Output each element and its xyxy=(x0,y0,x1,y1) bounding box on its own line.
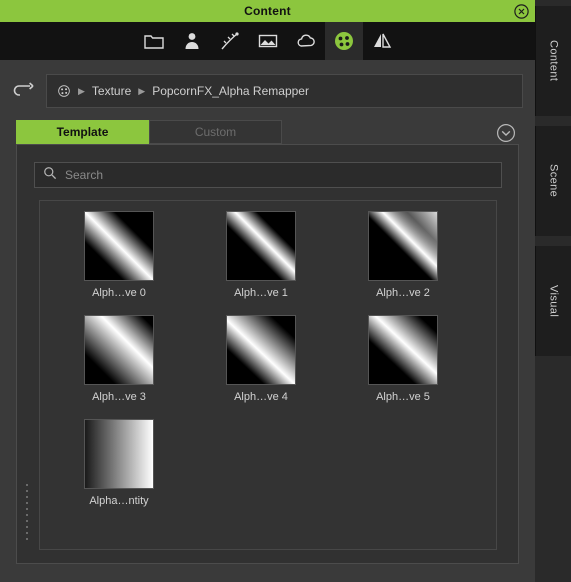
grid-item[interactable]: Alph…ve 1 xyxy=(190,211,332,311)
grid-item-label: Alph…ve 0 xyxy=(92,287,146,299)
cloud-icon[interactable] xyxy=(287,22,325,60)
tab-template[interactable]: Template xyxy=(16,120,149,144)
right-tab-visual-label: Visual xyxy=(547,284,560,318)
main-toolbar xyxy=(0,22,535,60)
grid-item-label: Alph…ve 5 xyxy=(376,391,430,403)
back-arrow-icon[interactable] xyxy=(0,68,46,114)
alpha-curve-5-thumbnail xyxy=(368,315,438,385)
content-panel: ▶ Texture ▶ PopcornFX_Alpha Remapper Tem… xyxy=(0,60,535,582)
tab-template-label: Template xyxy=(56,125,109,139)
right-tab-scene-label: Scene xyxy=(547,164,560,198)
grid-item[interactable]: Alph…ve 5 xyxy=(332,315,474,415)
grid-item-label: Alph…ve 2 xyxy=(376,287,430,299)
search-bar[interactable] xyxy=(34,162,502,188)
breadcrumb-separator: ▶ xyxy=(138,85,146,96)
right-tab-content[interactable]: Content xyxy=(535,6,571,116)
character-icon[interactable] xyxy=(173,22,211,60)
chevron-down-circle-icon[interactable] xyxy=(495,122,517,144)
breadcrumb-item-texture[interactable]: Texture xyxy=(92,84,131,98)
grid-item[interactable]: Alph…ve 0 xyxy=(48,211,190,311)
right-tab-content-label: Content xyxy=(547,40,560,82)
right-tab-strip: Content Scene Visual xyxy=(535,0,571,582)
search-icon xyxy=(43,166,57,185)
grid-item-label: Alph…ve 4 xyxy=(234,391,288,403)
template-grid: Alph…ve 0 Alph…ve 1 Alph…ve 2 Alph…ve 3 … xyxy=(40,211,496,519)
window-title: Content xyxy=(244,4,291,18)
tab-custom[interactable]: Custom xyxy=(149,120,282,144)
texture-icon[interactable] xyxy=(324,22,363,60)
alpha-curve-4-thumbnail xyxy=(226,315,296,385)
breadcrumb-separator: ▶ xyxy=(78,85,85,96)
tab-custom-label: Custom xyxy=(194,125,237,139)
grid-item-label: Alph…ve 3 xyxy=(92,391,146,403)
right-tab-visual[interactable]: Visual xyxy=(535,246,571,356)
compare-icon[interactable] xyxy=(363,22,401,60)
grid-item[interactable]: Alpha…ntity xyxy=(48,419,190,519)
breadcrumb-item-current[interactable]: PopcornFX_Alpha Remapper xyxy=(152,84,309,98)
content-well: Alph…ve 0 xyxy=(16,144,519,564)
right-tab-scene[interactable]: Scene xyxy=(535,126,571,236)
effect-icon[interactable] xyxy=(211,22,249,60)
texture-root-icon[interactable] xyxy=(57,84,71,98)
window-titlebar: Content xyxy=(0,0,535,22)
resize-grip[interactable] xyxy=(26,484,34,540)
close-icon[interactable] xyxy=(513,3,529,19)
grid-item-label: Alph…ve 1 xyxy=(234,287,288,299)
folder-icon[interactable] xyxy=(135,22,173,60)
alpha-curve-3-thumbnail xyxy=(84,315,154,385)
alpha-curve-2-thumbnail xyxy=(368,211,438,281)
breadcrumb-row: ▶ Texture ▶ PopcornFX_Alpha Remapper xyxy=(0,68,535,114)
grid-item[interactable]: Alph…ve 2 xyxy=(332,211,474,311)
alpha-curve-1-thumbnail xyxy=(226,211,296,281)
breadcrumb[interactable]: ▶ Texture ▶ PopcornFX_Alpha Remapper xyxy=(46,74,523,108)
grid-item[interactable]: Alph…ve 4 xyxy=(190,315,332,415)
template-grid-area: Alph…ve 0 Alph…ve 1 Alph…ve 2 Alph…ve 3 … xyxy=(39,200,497,550)
grid-item[interactable]: Alph…ve 3 xyxy=(48,315,190,415)
tab-bar: Template Custom xyxy=(16,120,519,144)
image-icon[interactable] xyxy=(249,22,287,60)
alpha-identity-thumbnail xyxy=(84,419,154,489)
search-input[interactable] xyxy=(65,168,493,182)
grid-item-label: Alpha…ntity xyxy=(89,495,149,507)
alpha-curve-0-thumbnail xyxy=(84,211,154,281)
